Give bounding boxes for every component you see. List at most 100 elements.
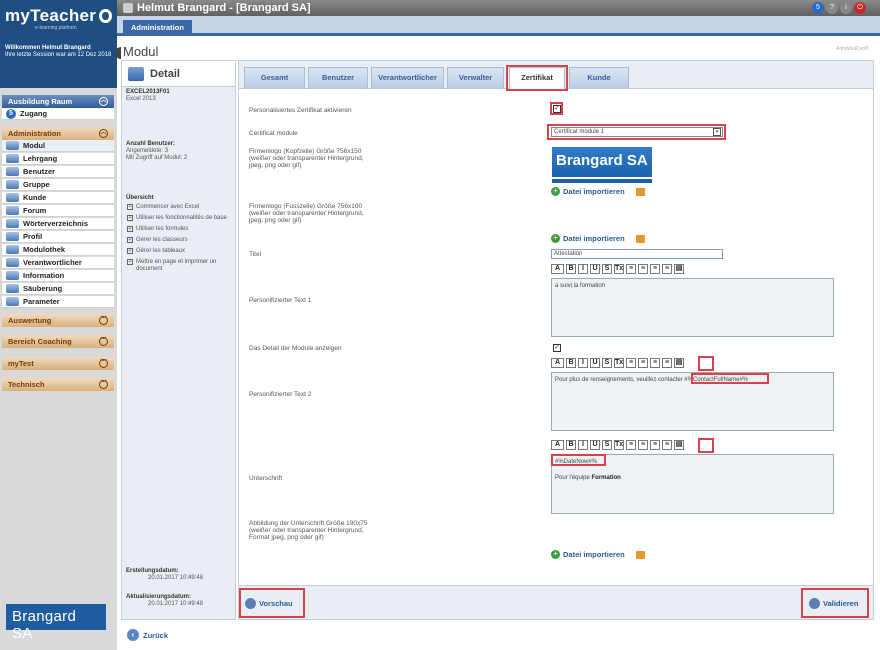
section-ausbildung-raum[interactable]: Ausbildung Raum ︿: [2, 95, 114, 108]
sidebar-item-verantwortlicher[interactable]: Verantwortlicher: [2, 257, 114, 269]
details-checkbox[interactable]: ✓: [553, 344, 561, 352]
insert-field-icon[interactable]: ▤: [674, 440, 684, 450]
text1-editor[interactable]: a suivi la formation: [551, 278, 834, 337]
back-button[interactable]: ‹ Zurück: [127, 629, 168, 641]
import-signature-button[interactable]: + Datei importieren: [551, 550, 645, 559]
sidebar-item-forum[interactable]: Forum: [2, 205, 114, 217]
sidebar-item-saeuberung[interactable]: Säuberung: [2, 283, 114, 295]
align-left-icon[interactable]: ≡: [626, 440, 636, 450]
align-center-icon[interactable]: ≡: [638, 264, 648, 274]
cert-module-label: Certificat module: [249, 130, 298, 137]
sidebar-item-gruppe[interactable]: Gruppe: [2, 179, 114, 191]
tab-kunde[interactable]: Kunde: [569, 67, 629, 89]
overview-item[interactable]: + Gérer les tableaux: [127, 248, 232, 255]
sidebar-item-kunde[interactable]: Kunde: [2, 192, 114, 204]
section-mytest[interactable]: myTest ﹀: [2, 357, 114, 370]
underline-icon[interactable]: U: [590, 358, 600, 368]
import-header-logo-button[interactable]: + Datei importieren: [551, 187, 645, 196]
font-color-icon[interactable]: A: [551, 440, 564, 450]
justify-icon[interactable]: ≡: [662, 358, 672, 368]
section-auswertung[interactable]: Auswertung ﹀: [2, 314, 114, 327]
tab-benutzer[interactable]: Benutzer: [308, 67, 368, 89]
bold-icon[interactable]: B: [566, 358, 576, 368]
expand-icon: +: [127, 248, 133, 254]
power-icon[interactable]: ⏻: [854, 2, 866, 14]
align-right-icon[interactable]: ≡: [650, 440, 660, 450]
align-right-icon[interactable]: ≡: [650, 358, 660, 368]
justify-icon[interactable]: ≡: [662, 440, 672, 450]
strike-icon[interactable]: S: [602, 440, 612, 450]
page-code: AdmModCertif: [836, 46, 868, 52]
tab-administration[interactable]: Administration: [123, 20, 192, 36]
underline-icon[interactable]: U: [590, 440, 600, 450]
chevron-down-icon: ﹀: [99, 337, 108, 346]
bold-icon[interactable]: B: [566, 440, 576, 450]
chevron-up-icon: ︿: [99, 97, 108, 106]
overview-item[interactable]: + Gérer les classeurs: [127, 237, 232, 244]
brand-subtitle: e-learning platform: [35, 25, 77, 31]
align-center-icon[interactable]: ≡: [638, 440, 648, 450]
insert-field-icon[interactable]: ▤: [674, 264, 684, 274]
sidebar-item-zugang[interactable]: 5 Zugang: [2, 108, 114, 120]
number-five-icon: 5: [6, 108, 16, 119]
insert-field-icon[interactable]: ▤: [674, 358, 684, 368]
import-footer-logo-button[interactable]: + Datei importieren: [551, 234, 645, 243]
chevron-up-icon: ︿: [99, 129, 108, 138]
sidebar-item-information[interactable]: Information: [2, 270, 114, 282]
strike-icon[interactable]: S: [602, 264, 612, 274]
signature-label: Unterschrift: [249, 475, 283, 482]
details-label: Das Detail der Module anzeigen: [249, 345, 342, 352]
sidebar-item-profil[interactable]: Profil: [2, 231, 114, 243]
brand-logo: myTeacher: [5, 6, 112, 26]
align-left-icon[interactable]: ≡: [626, 358, 636, 368]
expand-icon: +: [127, 215, 133, 221]
sidebar-item-woerterverzeichnis[interactable]: Wörterverzeichnis: [2, 218, 114, 230]
align-right-icon[interactable]: ≡: [650, 264, 660, 274]
justify-icon[interactable]: ≡: [662, 264, 672, 274]
manager-icon: [6, 258, 19, 267]
window-titlebar: Helmut Brangard - [Brangard SA]: [117, 0, 880, 16]
clear-format-icon[interactable]: Tx: [614, 358, 624, 368]
detail-icon: [128, 66, 144, 81]
overview-item[interactable]: + Mettre en page et imprimer un document: [127, 259, 232, 272]
sidebar-item-lehrgang[interactable]: Lehrgang: [2, 153, 114, 165]
italic-icon[interactable]: I: [578, 440, 588, 450]
italic-icon[interactable]: I: [578, 264, 588, 274]
sidebar-item-benutzer[interactable]: Benutzer: [2, 166, 114, 178]
tab-verantwortlicher[interactable]: Verantwortlicher: [371, 67, 444, 89]
sidebar-item-parameter[interactable]: Parameter: [2, 296, 114, 308]
customer-icon: [6, 193, 19, 202]
highlight-box: [801, 588, 869, 618]
footer-logo-label: Firmenlogo (Fusszeile) Größe 756x100 (we…: [249, 203, 364, 224]
sidebar-item-modulothek[interactable]: Modulothek: [2, 244, 114, 256]
text1-label: Personifizierter Text 1: [249, 297, 312, 304]
clear-format-icon[interactable]: Tx: [614, 264, 624, 274]
font-color-icon[interactable]: A: [551, 264, 564, 274]
info-icon[interactable]: i: [840, 2, 852, 14]
strike-icon[interactable]: S: [602, 358, 612, 368]
align-left-icon[interactable]: ≡: [626, 264, 636, 274]
overview-item[interactable]: + Commencer avec Excel: [127, 204, 232, 211]
italic-icon[interactable]: I: [578, 358, 588, 368]
section-administration[interactable]: Administration ︿: [2, 127, 114, 140]
sidebar-item-modul[interactable]: Modul: [2, 140, 114, 152]
clear-format-icon[interactable]: Tx: [614, 440, 624, 450]
bold-icon[interactable]: B: [566, 264, 576, 274]
title-input[interactable]: Attestation: [551, 249, 723, 259]
section-technisch[interactable]: Technisch ﹀: [2, 378, 114, 391]
settings-icon: [6, 297, 19, 306]
tab-gesamt[interactable]: Gesamt: [244, 67, 305, 89]
help-icon[interactable]: ?: [826, 2, 838, 14]
align-center-icon[interactable]: ≡: [638, 358, 648, 368]
underline-icon[interactable]: U: [590, 264, 600, 274]
tab-verwalter[interactable]: Verwalter: [447, 67, 504, 89]
user-count: Anzahl Benutzer: Angemeldete: 3 Mit Zugrif…: [126, 141, 188, 161]
section-bereich-coaching[interactable]: Bereich Coaching ﹀: [2, 335, 114, 348]
overview-item[interactable]: + Utiliser les fonctionnalités de base: [127, 215, 232, 222]
image-icon: [635, 550, 645, 559]
notification-badge[interactable]: 5: [812, 2, 824, 14]
font-color-icon[interactable]: A: [551, 358, 564, 368]
collapse-sidebar-handle[interactable]: [115, 47, 121, 59]
updated-date: Aktualisierungsdatum: 20.01.2017 10:49:48: [126, 594, 204, 607]
overview-item[interactable]: + Utiliser les formules: [127, 226, 232, 233]
